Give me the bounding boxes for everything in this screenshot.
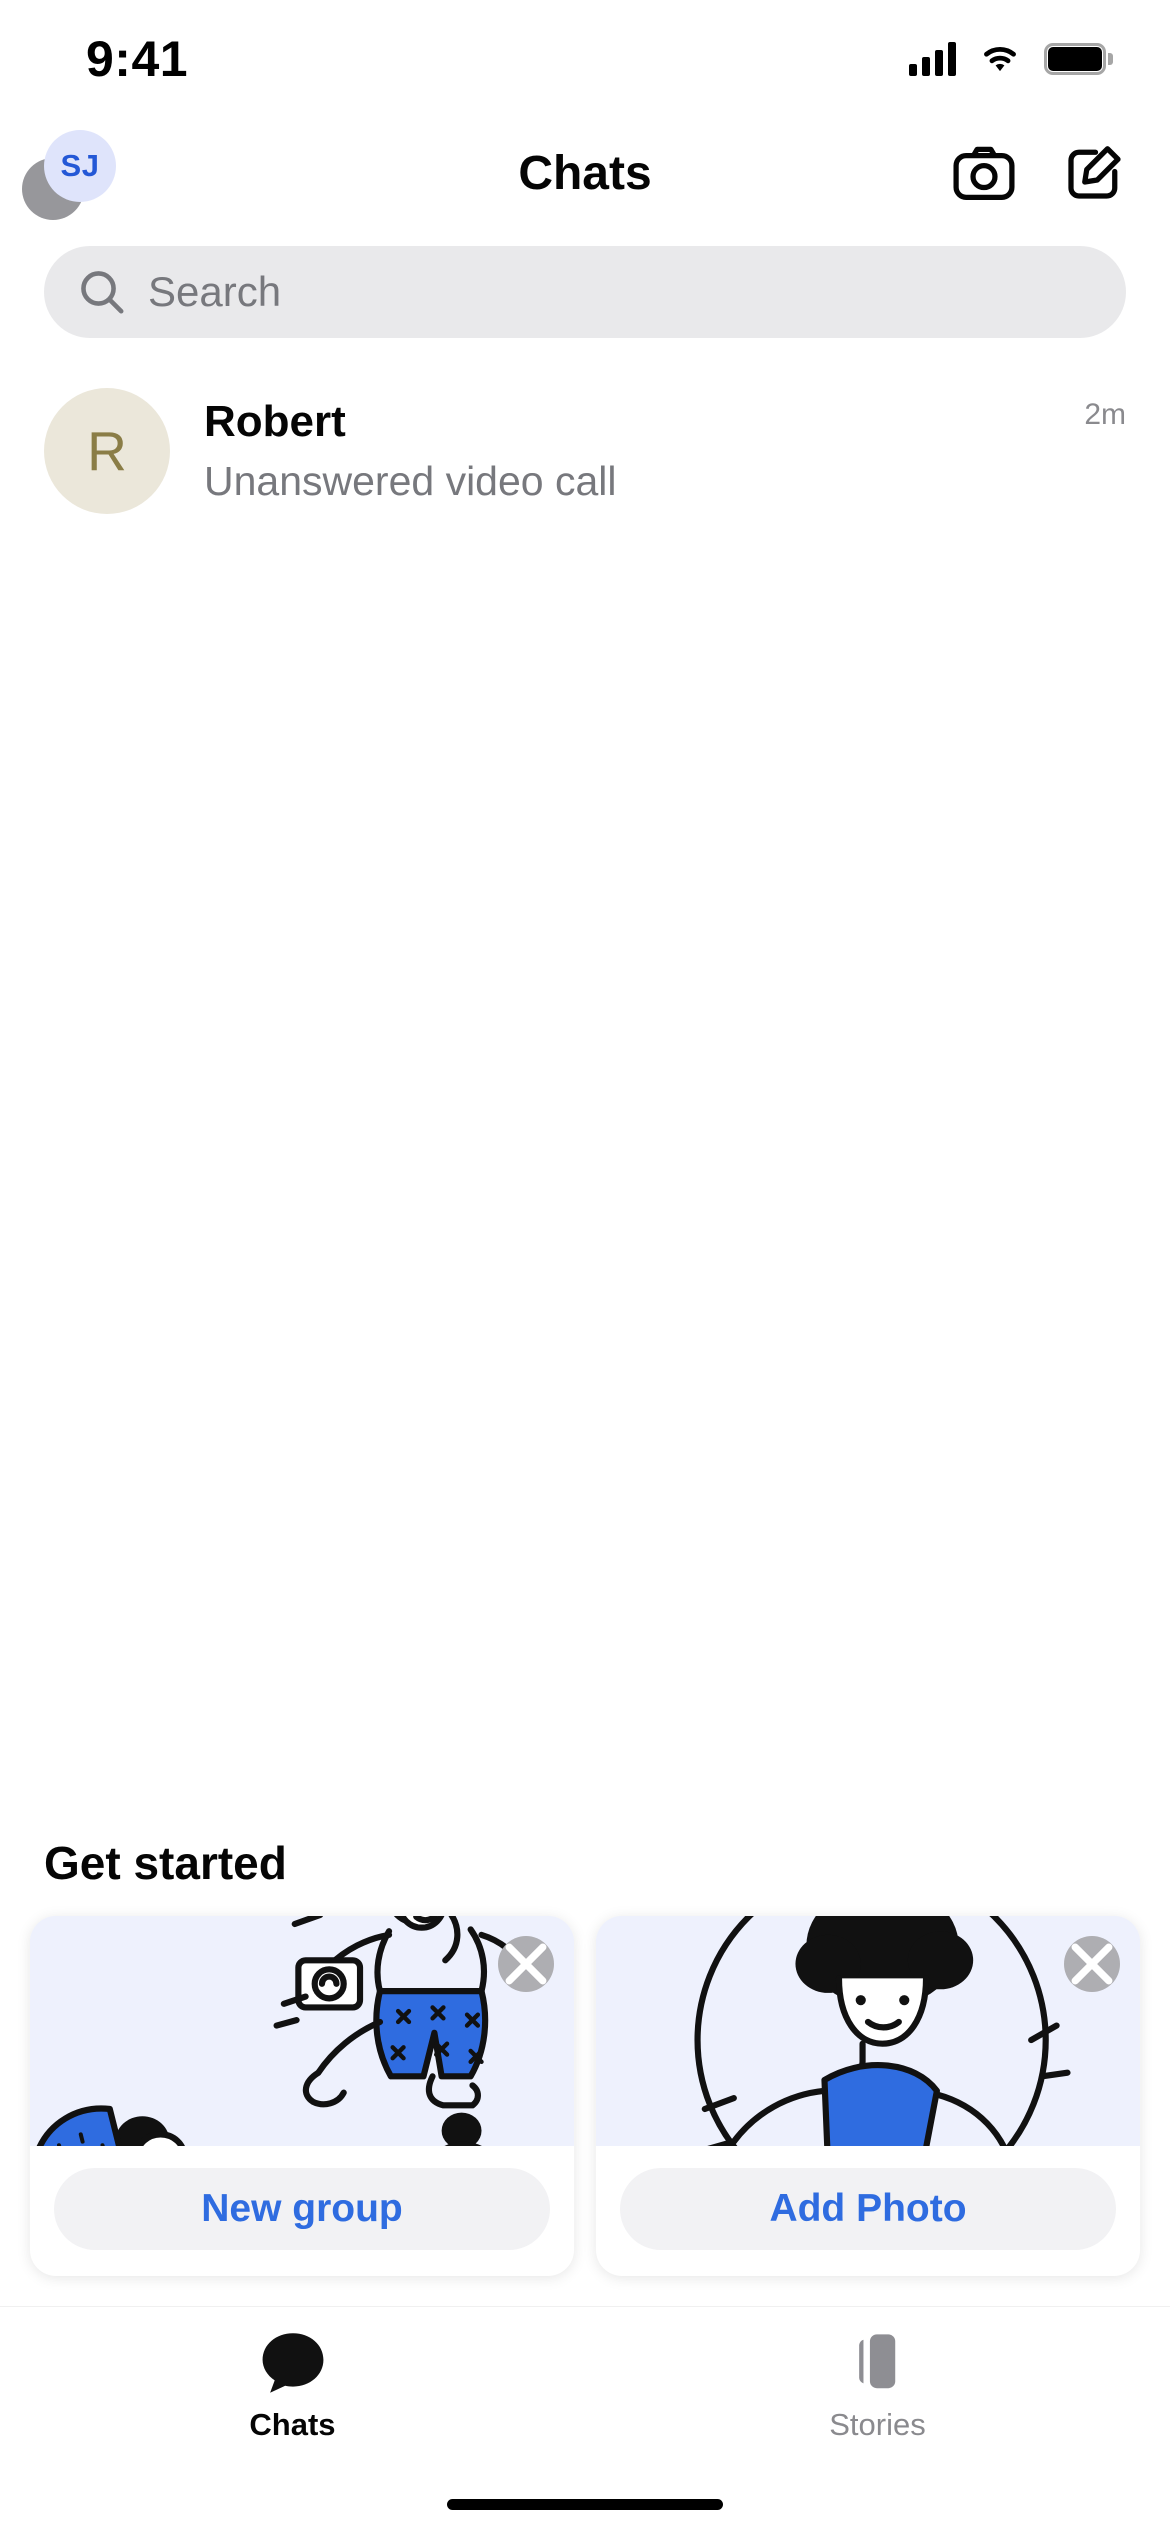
status-time: 9:41 [86,31,189,87]
card-illustration-portrait [596,1916,1140,2146]
person-portrait-illustration [596,1916,1140,2146]
avatar-initials: SJ [44,130,116,202]
compose-button[interactable] [1062,141,1126,205]
status-bar: 9:41 [0,0,1170,118]
app-screen: 9:41 SJ Chats Search R Robert Unanswered… [0,0,1170,2532]
search-placeholder: Search [148,268,282,315]
home-indicator-area [0,2476,1170,2532]
chat-list: R Robert Unanswered video call 2m [0,338,1170,536]
close-card-button[interactable] [1064,1936,1120,1992]
search-section: Search [0,228,1170,338]
get-started-cards: New group Add Photo [0,1916,1170,2276]
chat-snippet: Unanswered video call [204,457,617,504]
compose-icon [1068,146,1121,199]
get-started-section: Get started New group Add Photo [0,1836,1170,2276]
card-footer: Add Photo [596,2146,1140,2276]
tab-chats[interactable]: Chats [0,2327,585,2443]
close-icon [1071,1943,1113,1985]
tab-label-stories: Stories [829,2407,926,2442]
new-group-button[interactable]: New group [54,2168,550,2250]
search-icon [81,271,124,314]
wifi-icon [984,46,1016,72]
people-running-illustration [30,1916,574,2146]
avatar: R [44,388,170,514]
battery-full-icon [1044,43,1113,75]
tab-stories[interactable]: Stories [585,2327,1170,2443]
home-indicator[interactable] [447,2498,723,2510]
chat-bubble-icon [262,2333,323,2393]
close-card-button[interactable] [498,1936,554,1992]
camera-icon [953,146,1015,200]
status-indicators [909,42,1113,76]
tab-label-chats: Chats [249,2407,336,2442]
nav-actions [952,141,1126,205]
table-row[interactable]: R Robert Unanswered video call 2m [0,366,1170,536]
list-empty-space [0,536,1170,1836]
nav-header: SJ Chats [0,118,1170,228]
card-footer: New group [30,2146,574,2276]
cellular-signal-icon [909,42,956,76]
chat-timestamp: 2m [1084,398,1126,431]
close-icon [505,1943,547,1985]
search-input[interactable]: Search [44,246,1126,338]
section-title: Get started [44,1837,287,1889]
stories-cards-icon [858,2334,895,2389]
card-illustration-people-running [30,1916,574,2146]
add-photo-button[interactable]: Add Photo [620,2168,1116,2250]
chat-name: Robert [204,396,346,446]
get-started-card-add-photo[interactable]: Add Photo [596,1916,1140,2276]
camera-button[interactable] [952,141,1016,205]
profile-avatar-button[interactable]: SJ [22,130,116,220]
bottom-tab-bar: Chats Stories [0,2306,1170,2476]
get-started-card-new-group[interactable]: New group [30,1916,574,2276]
chat-row-text: Robert Unanswered video call [204,394,1050,508]
